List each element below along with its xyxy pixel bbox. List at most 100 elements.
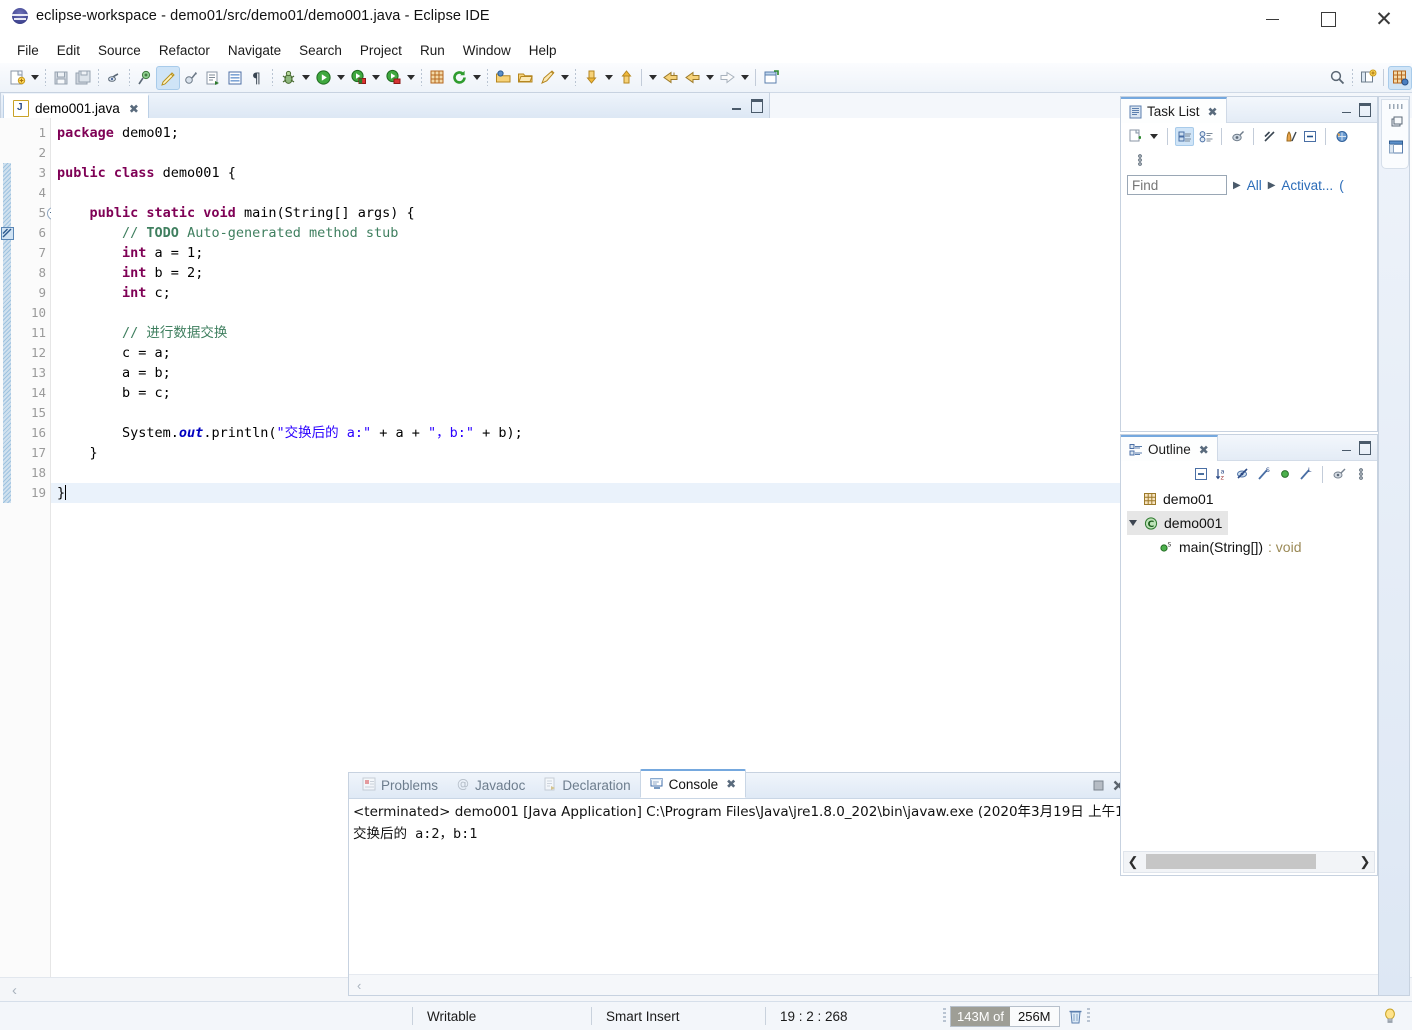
focus-on-workweek-icon[interactable]: [1229, 128, 1246, 145]
tab-console[interactable]: Console ✖: [639, 769, 747, 798]
back-arrow-dropdown[interactable]: [703, 67, 716, 89]
open-type-icon[interactable]: [492, 67, 514, 89]
close-icon[interactable]: ✖: [1208, 105, 1218, 119]
view-menu-icon[interactable]: [1131, 152, 1148, 169]
collapse-all-icon[interactable]: [1192, 466, 1209, 483]
tab-problems[interactable]: Problems: [353, 773, 447, 798]
minimize-tasks-icon[interactable]: [1301, 128, 1318, 145]
drag-handle-dots[interactable]: [1389, 104, 1403, 109]
restore-perspective-icon[interactable]: [1387, 112, 1405, 130]
back-icon[interactable]: [681, 67, 703, 89]
open-task-list-icon[interactable]: [514, 67, 536, 89]
tab-outline[interactable]: Outline ✖: [1121, 435, 1218, 462]
chevron-down-icon[interactable]: [1127, 517, 1139, 529]
new-perspective-icon[interactable]: [1357, 67, 1379, 89]
search-task-icon[interactable]: [536, 67, 558, 89]
menu-project[interactable]: Project: [351, 40, 411, 61]
scroll-left-icon[interactable]: ‹: [357, 978, 361, 993]
back-dropdown-arrow[interactable]: [646, 67, 659, 89]
scrollbar-thumb[interactable]: [1146, 854, 1316, 869]
next-annotation-icon[interactable]: [580, 67, 602, 89]
maximize-view-icon[interactable]: [1357, 102, 1373, 118]
view-menu-icon[interactable]: [1352, 466, 1369, 483]
maximize-view-icon[interactable]: [1357, 440, 1373, 456]
minimize-view-icon[interactable]: [1338, 440, 1354, 456]
status-drag-handle[interactable]: [1086, 1008, 1090, 1024]
toggle-mark-occurrences-icon[interactable]: [134, 67, 156, 89]
previous-annotation-icon[interactable]: [615, 67, 637, 89]
menu-run[interactable]: Run: [411, 40, 454, 61]
link-with-editor-icon[interactable]: [1331, 466, 1348, 483]
maximize-editor-icon[interactable]: [749, 98, 765, 114]
menu-edit[interactable]: Edit: [48, 40, 89, 61]
close-icon[interactable]: ✖: [1199, 443, 1209, 457]
scheduled-presentation-icon[interactable]: [1197, 128, 1214, 145]
save-all-icon[interactable]: [72, 67, 94, 89]
scroll-right-icon[interactable]: ❯: [1356, 853, 1374, 871]
console-horizontal-scrollbar[interactable]: ‹ ›: [349, 974, 1409, 995]
minimize-button[interactable]: [1244, 0, 1300, 38]
menu-source[interactable]: Source: [89, 40, 150, 61]
minimize-view-icon[interactable]: [1338, 102, 1354, 118]
menu-search[interactable]: Search: [290, 40, 351, 61]
close-icon[interactable]: ✖: [129, 102, 139, 116]
refresh-icon[interactable]: [448, 67, 470, 89]
debug-icon[interactable]: [277, 67, 299, 89]
save-icon[interactable]: [50, 67, 72, 89]
outline-item-demo001[interactable]: Cdemo001: [1127, 511, 1229, 535]
annotations-icon[interactable]: [180, 67, 202, 89]
categorized-presentation-icon[interactable]: [1175, 126, 1194, 146]
back-history-icon[interactable]: [659, 67, 681, 89]
outline-horizontal-scrollbar[interactable]: ❮ ❯: [1123, 851, 1375, 873]
open-perspective-icon[interactable]: [1388, 65, 1412, 90]
heap-status[interactable]: 143M of 256M: [950, 1005, 1060, 1027]
next-dropdown-arrow[interactable]: [602, 67, 615, 89]
maximize-button[interactable]: [1300, 0, 1356, 38]
run-external-tools-icon[interactable]: [347, 67, 369, 89]
menu-window[interactable]: Window: [454, 40, 520, 61]
close-button[interactable]: ✕: [1356, 0, 1412, 38]
terminate-icon[interactable]: [1090, 777, 1107, 794]
hide-static-icon[interactable]: S: [1255, 466, 1272, 483]
tab-task-list[interactable]: Task List ✖: [1121, 97, 1227, 124]
forward-dropdown-arrow[interactable]: [738, 67, 751, 89]
outline-item-demo01[interactable]: demo01: [1127, 487, 1377, 511]
minimize-editor-icon[interactable]: [728, 98, 744, 114]
synchronize-changed-icon[interactable]: [1333, 128, 1350, 145]
restore-task-icon[interactable]: [1281, 128, 1298, 145]
run-dropdown-arrow[interactable]: [334, 67, 347, 89]
scroll-left-icon[interactable]: ❮: [1124, 853, 1142, 871]
todo-task-icon[interactable]: [1, 227, 14, 240]
close-icon[interactable]: ✖: [726, 777, 736, 791]
coverage-icon[interactable]: [382, 67, 404, 89]
collapse-all-icon[interactable]: [1261, 128, 1278, 145]
show-whitespace-icon[interactable]: ¶: [246, 67, 268, 89]
tab-declaration[interactable]: Declaration: [534, 773, 639, 798]
search-icon[interactable]: [1326, 67, 1348, 89]
new-wizard-icon[interactable]: [6, 67, 28, 89]
open-task-icon[interactable]: [202, 67, 224, 89]
filter-overflow-indicator[interactable]: (: [1339, 178, 1344, 193]
debug-dropdown-arrow[interactable]: [299, 67, 312, 89]
menu-navigate[interactable]: Navigate: [219, 40, 290, 61]
hide-fields-icon[interactable]: [1234, 466, 1251, 483]
java-perspective-icon[interactable]: [1387, 138, 1405, 156]
editor-annotation-gutter[interactable]: [0, 118, 17, 978]
toggle-block-selection-icon[interactable]: [224, 67, 246, 89]
trash-icon[interactable]: [1068, 1008, 1083, 1024]
hint-lightbulb-icon[interactable]: [1382, 1007, 1398, 1025]
menu-refactor[interactable]: Refactor: [150, 40, 219, 61]
new-java-package-icon[interactable]: [426, 67, 448, 89]
filter-activate-link[interactable]: Activat...: [1281, 178, 1333, 193]
forward-icon[interactable]: [716, 67, 738, 89]
search-dropdown-arrow[interactable]: [558, 67, 571, 89]
refresh-dropdown-arrow[interactable]: [470, 67, 483, 89]
hide-local-types-icon[interactable]: L: [1297, 466, 1314, 483]
link-break-icon[interactable]: [103, 67, 125, 89]
new-task-icon[interactable]: [1127, 128, 1144, 145]
new-window-icon[interactable]: [760, 67, 782, 89]
new-dropdown-arrow[interactable]: [28, 67, 41, 89]
run-icon[interactable]: [312, 67, 334, 89]
toggle-java-editor-breadcrumb-icon[interactable]: [156, 65, 180, 90]
tab-javadoc[interactable]: @ Javadoc: [447, 773, 534, 798]
